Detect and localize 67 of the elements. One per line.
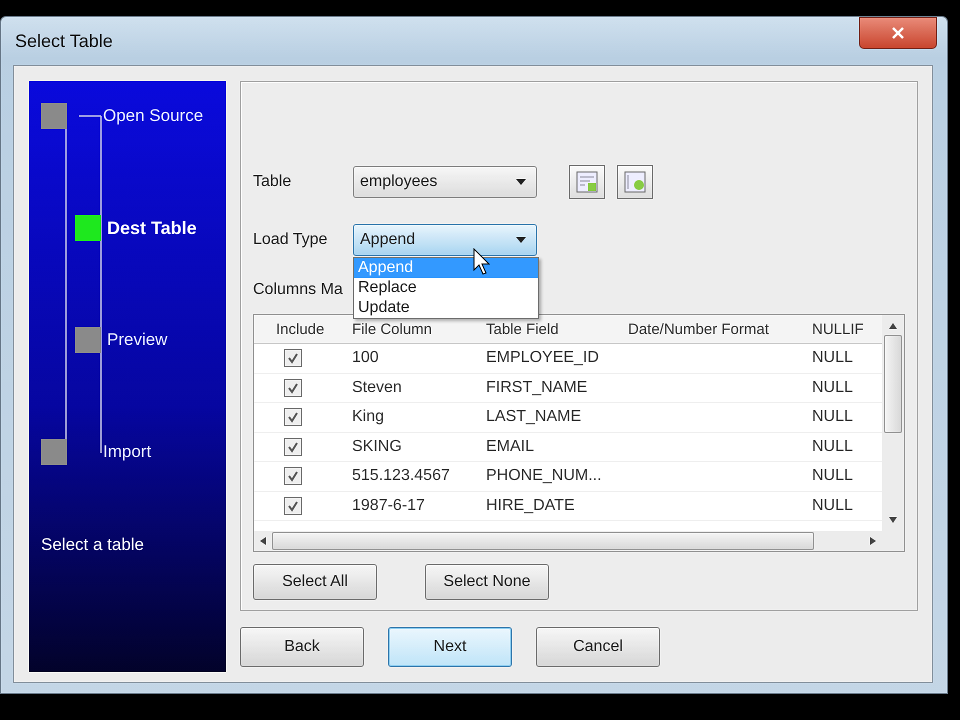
window-title: Select Table	[15, 31, 113, 52]
table-cell-text: NULL	[812, 408, 854, 426]
table-cell-text: PHONE_NUM...	[486, 467, 603, 486]
checkmark-icon	[287, 500, 299, 512]
table-dropdown[interactable]: employees	[353, 166, 537, 198]
checkmark-icon	[287, 470, 299, 482]
table-cell-text: EMPLOYEE_ID	[486, 349, 600, 368]
include-checkbox[interactable]	[284, 438, 302, 456]
checkmark-icon	[287, 352, 299, 364]
column-header[interactable]: NULLIF	[812, 320, 882, 338]
selection-button[interactable]: Select None	[425, 564, 549, 600]
table-cell-text: SKING	[352, 438, 403, 456]
step-label: Import	[103, 442, 152, 462]
include-checkbox[interactable]	[284, 467, 302, 486]
table-tool-button[interactable]	[617, 165, 653, 199]
vertical-scrollbar[interactable]	[882, 315, 904, 551]
table-cell-text: FIRST_NAME	[486, 378, 588, 397]
load-type-dropdown[interactable]: Append	[353, 224, 537, 256]
scroll-down-icon	[889, 517, 897, 523]
wizard-nav-button[interactable]: Back	[240, 627, 364, 667]
table-cell-text: NULL	[812, 438, 854, 456]
table-cell-text: NULL	[812, 467, 854, 486]
table-cell-text: 515.123.4567	[352, 467, 451, 486]
step-label: Dest Table	[107, 218, 197, 238]
column-header[interactable]: Include	[254, 320, 352, 338]
checkmark-icon	[287, 440, 299, 453]
scroll-left-icon	[260, 537, 266, 545]
table-cell-text: NULL	[812, 378, 854, 397]
horizontal-scrollbar[interactable]	[254, 531, 882, 551]
include-checkbox[interactable]	[284, 496, 302, 515]
load-type-label: Load Type	[253, 231, 328, 249]
table-tool-button[interactable]	[569, 165, 605, 199]
step-hint: Select a table	[41, 535, 146, 555]
close-button[interactable]	[859, 17, 937, 49]
table-cell-text: LAST_NAME	[486, 408, 582, 426]
scroll-right-icon	[870, 537, 876, 545]
table-edit-icon	[623, 170, 647, 194]
wizard-nav-button[interactable]: Cancel	[536, 627, 660, 667]
checkmark-icon	[287, 411, 299, 424]
column-header[interactable]: Date/Number Format	[628, 320, 812, 338]
column-header[interactable]: Table Field	[486, 320, 628, 338]
checkmark-icon	[287, 382, 299, 394]
table-cell-text: 1987-6-17	[352, 496, 426, 515]
table-cell-text: NULL	[812, 496, 854, 515]
dropdown-arrow-icon	[516, 179, 526, 185]
column-header[interactable]: File Column	[352, 320, 486, 338]
table-cell-text: HIRE_DATE	[486, 496, 576, 515]
include-checkbox[interactable]	[284, 349, 302, 368]
table-cell-text: Steven	[352, 378, 403, 397]
scroll-up-icon	[889, 323, 897, 329]
selection-button[interactable]: Select All	[253, 564, 377, 600]
column-mapping-label: Columns Ma	[253, 281, 341, 299]
table-add-icon	[575, 170, 599, 194]
dropdown-option[interactable]: Update	[354, 298, 538, 318]
include-checkbox[interactable]	[284, 378, 302, 397]
dropdown-option[interactable]: Replace	[354, 278, 538, 298]
step-label: Open Source	[103, 106, 204, 126]
dropdown-arrow-icon	[516, 237, 526, 243]
include-checkbox[interactable]	[284, 408, 302, 426]
step-label: Preview	[107, 330, 168, 350]
close-icon	[890, 27, 906, 39]
table-cell-text: King	[352, 408, 386, 426]
wizard-nav-button[interactable]: Next	[388, 627, 512, 667]
table-cell-text: 100	[352, 349, 380, 368]
table-cell-text: EMAIL	[486, 438, 536, 456]
table-cell-text: NULL	[812, 349, 854, 368]
table-label: Table	[253, 173, 292, 191]
